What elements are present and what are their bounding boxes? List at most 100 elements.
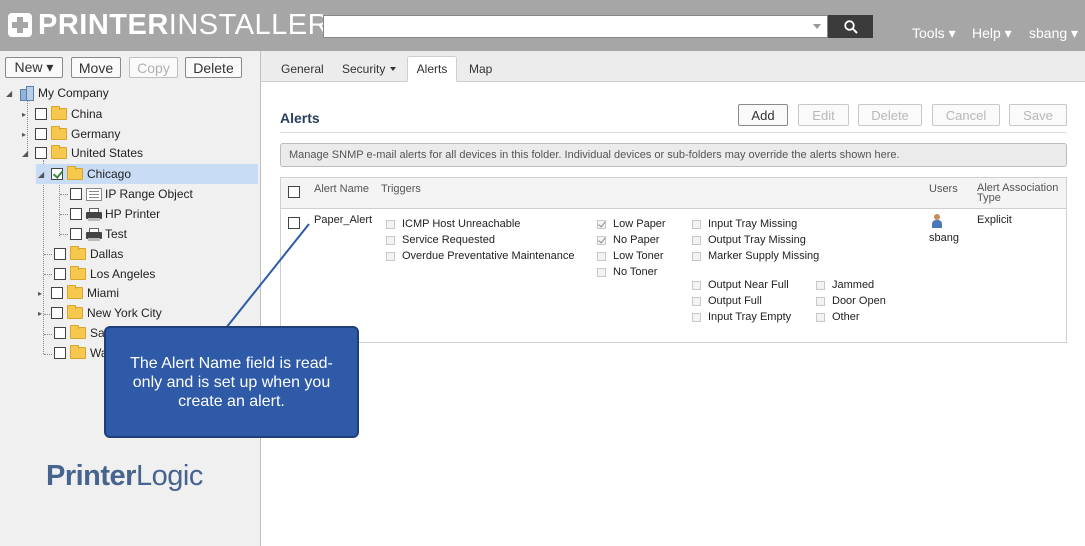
association-type-cell: Explicit <box>977 214 1012 226</box>
add-button[interactable]: Add <box>738 104 788 126</box>
tree-checkbox[interactable] <box>35 128 47 140</box>
user-cell: sbang <box>929 232 959 244</box>
tree-checkbox[interactable] <box>70 208 82 220</box>
tree-item-test[interactable]: Test <box>70 224 127 244</box>
plus-logo-icon <box>8 13 32 37</box>
tree-checkbox[interactable] <box>54 327 66 339</box>
tree-item-my-company[interactable]: ◢ My Company <box>6 83 109 103</box>
folder-icon <box>67 285 83 299</box>
tree-item-wa[interactable]: Wa <box>54 343 108 363</box>
tree-checkbox[interactable] <box>54 248 66 260</box>
table-header: Alert Name Triggers Users Alert Associat… <box>281 178 1066 209</box>
tab-map[interactable]: Map <box>459 56 502 82</box>
trigger-checkbox <box>816 296 825 306</box>
cancel-button[interactable]: Cancel <box>932 104 1000 126</box>
row-checkbox[interactable] <box>288 217 300 229</box>
trigger-checkbox <box>692 280 701 290</box>
folder-icon <box>67 305 83 319</box>
move-button[interactable]: Move <box>71 57 121 78</box>
tree-checkbox[interactable] <box>51 307 63 319</box>
expand-icon[interactable]: ◢ <box>6 89 15 98</box>
trigger-checkbox <box>816 280 825 290</box>
tree-checkbox[interactable] <box>51 287 63 299</box>
expand-icon[interactable]: ▸ <box>38 309 47 318</box>
column-header-users[interactable]: Users <box>929 183 958 195</box>
tab-alerts[interactable]: Alerts <box>407 56 457 82</box>
column-header-alert-name[interactable]: Alert Name <box>314 183 369 195</box>
tree-checkbox[interactable] <box>51 168 63 180</box>
trigger-output-tray-missing: Output Tray Missing <box>692 234 806 246</box>
tree-checkbox[interactable] <box>35 108 47 120</box>
user-icon <box>932 214 942 228</box>
tree-item-label: New York City <box>87 306 162 320</box>
trigger-checkbox <box>692 235 701 245</box>
search-input[interactable] <box>323 15 828 38</box>
trigger-input-tray-missing: Input Tray Missing <box>692 218 797 230</box>
info-banner: Manage SNMP e-mail alerts for all device… <box>280 143 1067 167</box>
tab-security[interactable]: Security <box>332 56 406 82</box>
tree-item-label: Test <box>105 227 128 241</box>
tree-item-miami[interactable]: ▸ Miami <box>38 283 119 303</box>
tree-line <box>60 194 68 195</box>
trigger-checkbox <box>692 296 701 306</box>
tree-checkbox[interactable] <box>54 268 66 280</box>
ip-range-icon <box>86 187 102 201</box>
trigger-other: Other <box>816 311 860 323</box>
expand-icon[interactable]: ◢ <box>22 149 31 158</box>
tab-general[interactable]: General <box>271 56 334 82</box>
expand-icon[interactable]: ◢ <box>38 170 47 179</box>
column-header-triggers[interactable]: Triggers <box>381 183 421 195</box>
tree-item-chicago[interactable]: ◢ Chicago <box>36 164 258 184</box>
tree-line <box>43 160 44 354</box>
copy-button[interactable]: Copy <box>129 57 178 78</box>
expand-icon[interactable]: ▸ <box>22 130 31 139</box>
folder-icon <box>70 345 86 359</box>
tree-item-label: IP Range Object <box>105 187 193 201</box>
select-all-checkbox[interactable] <box>288 186 300 198</box>
edit-button[interactable]: Edit <box>798 104 849 126</box>
tree-item-ip-range-object[interactable]: IP Range Object <box>70 184 193 204</box>
folder-icon <box>51 145 67 159</box>
expand-icon[interactable]: ▸ <box>38 289 47 298</box>
tree-item-los-angeles[interactable]: Los Angeles <box>54 264 155 284</box>
tree-item-china[interactable]: ▸ China <box>22 104 102 124</box>
help-menu[interactable]: Help ▾ <box>972 25 1012 42</box>
chevron-down-icon[interactable] <box>813 24 821 29</box>
printer-icon <box>86 207 102 221</box>
trigger-door-open: Door Open <box>816 295 886 307</box>
tree-line <box>60 234 68 235</box>
divider <box>280 132 1067 133</box>
new-button[interactable]: New ▾ <box>5 57 63 78</box>
callout-box: The Alert Name field is read-only and is… <box>104 326 359 438</box>
search-icon <box>843 19 858 34</box>
printer-installer-logo: PRINTERINSTALLER <box>8 10 329 40</box>
tree-checkbox[interactable] <box>70 188 82 200</box>
folder-icon <box>70 266 86 280</box>
trigger-marker-supply-missing: Marker Supply Missing <box>692 250 819 262</box>
expand-icon[interactable]: ▸ <box>22 110 31 119</box>
column-header-alert-association-type[interactable]: Alert Association Type <box>977 183 1058 204</box>
tree-checkbox[interactable] <box>70 228 82 240</box>
tree-item-hp-printer[interactable]: HP Printer <box>70 204 160 224</box>
tree-item-united-states[interactable]: ◢ United States <box>22 143 143 163</box>
tree-item-san[interactable]: San <box>54 323 111 343</box>
trigger-checkbox <box>692 219 701 229</box>
save-button[interactable]: Save <box>1009 104 1067 126</box>
user-menu[interactable]: sbang ▾ <box>1029 25 1078 42</box>
alert-name-cell: Paper_Alert <box>314 214 373 226</box>
tree-item-label: United States <box>71 146 144 160</box>
tree-item-new-york-city[interactable]: ▸ New York City <box>38 303 162 323</box>
tools-menu[interactable]: Tools ▾ <box>912 25 956 42</box>
tree-item-germany[interactable]: ▸ Germany <box>22 124 120 144</box>
delete-button[interactable]: Delete <box>185 57 242 78</box>
trigger-output-near-full: Output Near Full <box>692 279 789 291</box>
delete-alert-button[interactable]: Delete <box>858 104 922 126</box>
tree-checkbox[interactable] <box>35 147 47 159</box>
company-building-icon <box>19 85 35 101</box>
chevron-down-icon <box>390 67 397 71</box>
tree-checkbox[interactable] <box>54 347 66 359</box>
search-button[interactable] <box>828 15 873 38</box>
alerts-table: Alert Name Triggers Users Alert Associat… <box>280 177 1067 343</box>
tree-item-dallas[interactable]: Dallas <box>54 244 123 264</box>
tree-line <box>44 274 52 275</box>
